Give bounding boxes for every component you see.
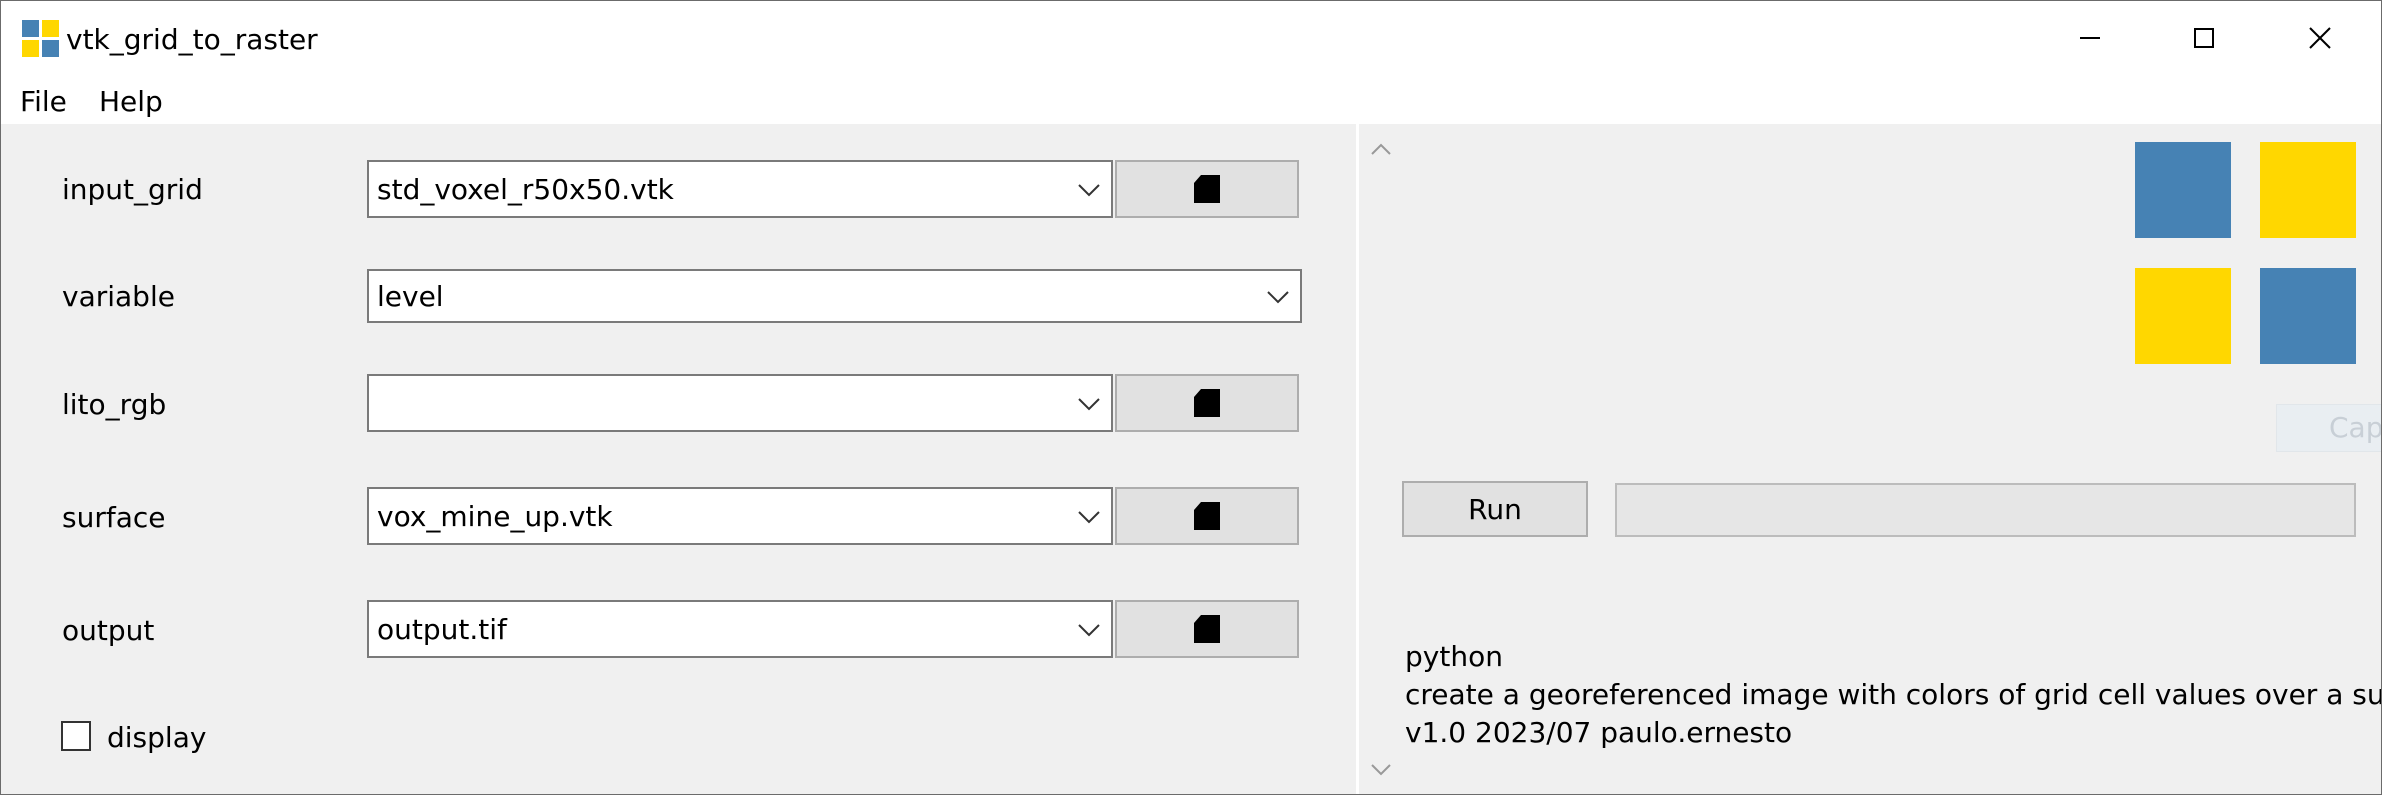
title-bar (0, 0, 2382, 78)
info-line-2: create a georeferenced image with colors… (1405, 678, 2382, 711)
variable-combo[interactable]: level (367, 269, 1302, 323)
progress-bar (1615, 483, 2356, 537)
logo-square-3 (2135, 268, 2231, 364)
lito-rgb-label: lito_rgb (62, 388, 167, 421)
logo-square-1 (2135, 142, 2231, 238)
output-value: output.tif (377, 613, 507, 646)
chevron-down-icon (1078, 184, 1100, 197)
chevron-down-icon (1078, 398, 1100, 411)
info-line-3: v1.0 2023/07 paulo.ernesto (1405, 716, 1793, 749)
output-combo[interactable]: output.tif (367, 600, 1113, 658)
maximize-icon (2194, 28, 2214, 48)
menu-bar (0, 78, 2382, 124)
minimize-icon (2080, 37, 2100, 39)
chevron-down-icon (1078, 624, 1100, 637)
file-browse-icon (1194, 615, 1220, 643)
file-browse-icon (1194, 389, 1220, 417)
scroll-down-arrow[interactable] (1368, 760, 1394, 780)
surface-value: vox_mine_up.vtk (377, 500, 613, 533)
minimize-button[interactable] (2040, 10, 2140, 66)
display-checkbox[interactable] (61, 721, 91, 751)
ghost-button[interactable]: Cap (2276, 404, 2382, 452)
ghost-button-label: Cap (2329, 411, 2382, 444)
maximize-button[interactable] (2154, 10, 2254, 66)
file-browse-icon (1194, 175, 1220, 203)
scroll-up-arrow[interactable] (1368, 139, 1394, 159)
menu-file[interactable]: File (20, 82, 67, 122)
lito-rgb-browse-button[interactable] (1115, 374, 1299, 432)
variable-label: variable (62, 280, 175, 313)
app-grid-icon (22, 20, 60, 58)
window-title: vtk_grid_to_raster (66, 23, 318, 56)
menu-help[interactable]: Help (99, 82, 163, 122)
input-grid-value: std_voxel_r50x50.vtk (377, 173, 674, 206)
logo-square-4 (2260, 268, 2356, 364)
variable-value: level (377, 280, 444, 313)
logo-square-2 (2260, 142, 2356, 238)
output-label: output (62, 614, 155, 647)
close-button[interactable] (2270, 10, 2370, 66)
input-grid-browse-button[interactable] (1115, 160, 1299, 218)
display-label: display (107, 721, 207, 754)
run-button[interactable]: Run (1402, 481, 1588, 537)
surface-label: surface (62, 501, 166, 534)
file-browse-icon (1194, 502, 1220, 530)
surface-combo[interactable]: vox_mine_up.vtk (367, 487, 1113, 545)
surface-browse-button[interactable] (1115, 487, 1299, 545)
chevron-down-icon (1267, 291, 1289, 304)
input-grid-combo[interactable]: std_voxel_r50x50.vtk (367, 160, 1113, 218)
chevron-down-icon (1078, 511, 1100, 524)
close-icon (2309, 27, 2331, 49)
input-grid-label: input_grid (62, 173, 203, 206)
lito-rgb-combo[interactable] (367, 374, 1113, 432)
output-browse-button[interactable] (1115, 600, 1299, 658)
info-line-1: python (1405, 640, 1503, 673)
